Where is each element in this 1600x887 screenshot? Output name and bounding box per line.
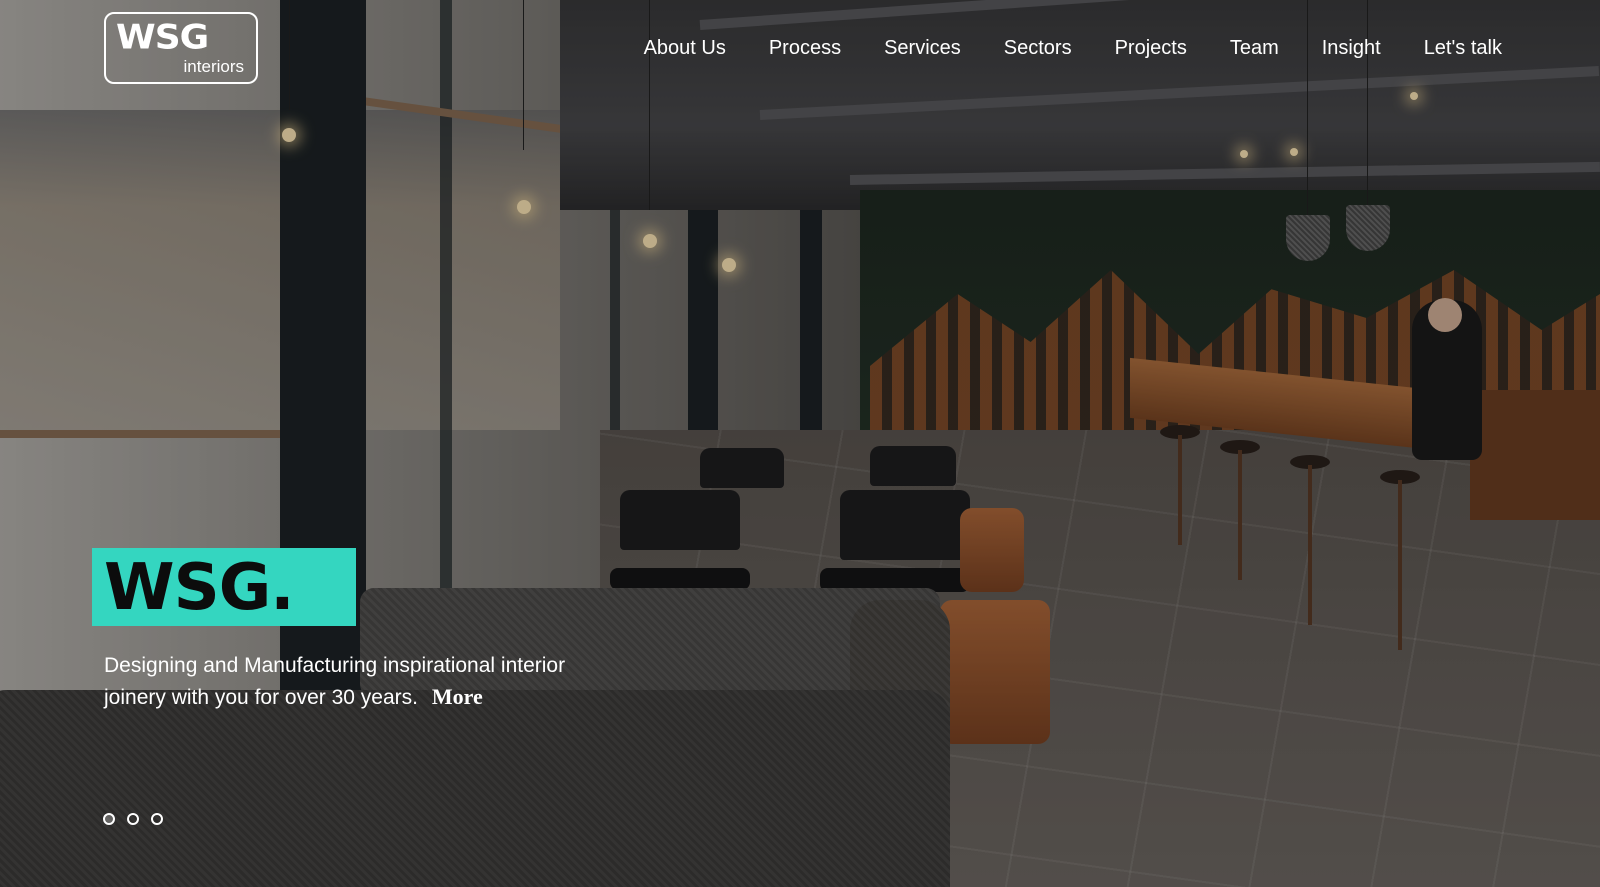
nav-sectors[interactable]: Sectors [1004,34,1072,62]
slider-pagination [103,813,163,825]
image-darkening-overlay [0,0,1600,887]
more-link[interactable]: More [432,684,483,709]
wsg-logo[interactable]: WSG interiors [104,12,258,84]
main-navigation: About Us Process Services Sectors Projec… [644,34,1502,62]
slide-dot-1[interactable] [103,813,115,825]
slide-dot-2[interactable] [127,813,139,825]
hero-tagline: Designing and Manufacturing inspirationa… [104,654,566,709]
nav-about-us[interactable]: About Us [644,34,726,62]
hero-tagline-block: Designing and Manufacturing inspirationa… [104,650,624,713]
nav-team[interactable]: Team [1230,34,1279,62]
hero-brand-text: WSG. [104,551,295,625]
logo-subtitle: interiors [183,57,244,76]
logo-mark: WSG [116,18,209,57]
nav-projects[interactable]: Projects [1115,34,1187,62]
nav-insight[interactable]: Insight [1322,34,1381,62]
hero-background-photo [0,0,1600,887]
nav-process[interactable]: Process [769,34,841,62]
slide-dot-3[interactable] [151,813,163,825]
nav-lets-talk[interactable]: Let's talk [1424,34,1502,62]
hero-brand-badge: WSG. [92,548,356,626]
nav-services[interactable]: Services [884,34,961,62]
